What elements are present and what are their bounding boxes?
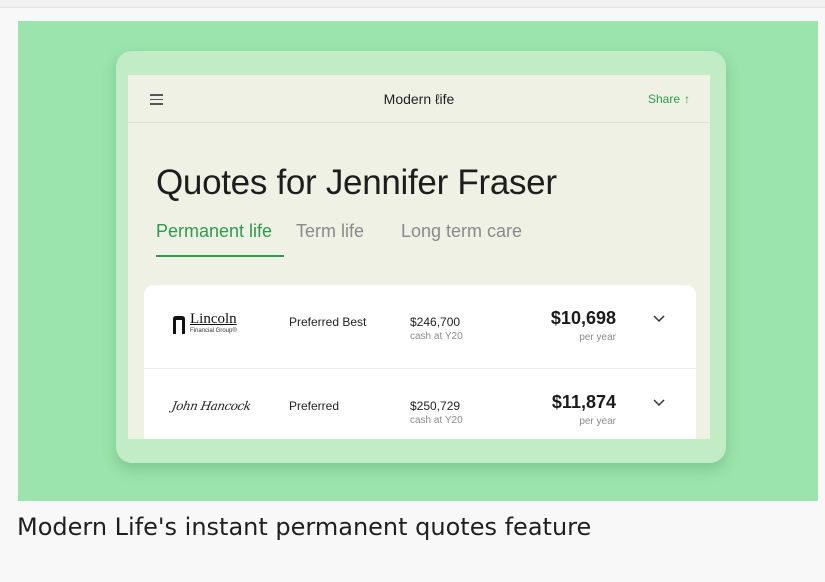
share-button[interactable]: Share ↑ [648, 92, 690, 106]
page-title: Quotes for Jennifer Fraser [156, 163, 557, 202]
premium-label: per year [579, 416, 616, 427]
cash-value-label: cash at Y20 [410, 331, 463, 342]
rating-class: Preferred [289, 399, 340, 413]
image-caption: Modern Life's instant permanent quotes f… [17, 513, 592, 541]
cash-value: $250,729 [410, 399, 461, 413]
carrier-name: John Hancock [170, 399, 252, 413]
tab-permanent-life[interactable]: Permanent life [156, 221, 272, 242]
quote-row[interactable]: John Hancock Preferred $250,729 cash at … [144, 369, 696, 439]
cash-value-label: cash at Y20 [410, 415, 463, 426]
device-frame: Modern ℓife Share ↑ Quotes for Jennifer F… [116, 51, 726, 463]
rating-class: Preferred Best [289, 315, 367, 329]
quotes-list: Lincoln Financial Group® Preferred Best … [144, 285, 696, 439]
cash-value: $246,700 [410, 315, 461, 329]
share-label: Share [647, 92, 680, 106]
carrier-name: Lincoln [190, 311, 237, 327]
brand-logo: Modern ℓife [383, 91, 455, 107]
carrier-subtitle: Financial Group® [190, 328, 237, 334]
top-divider [0, 0, 825, 8]
chevron-down-icon[interactable] [652, 313, 666, 323]
premium-label: per year [579, 332, 616, 343]
app-screen: Modern ℓife Share ↑ Quotes for Jennifer F… [128, 75, 710, 439]
quote-row[interactable]: Lincoln Financial Group® Preferred Best … [144, 285, 696, 369]
lincoln-mark-icon [173, 316, 185, 334]
lincoln-logo: Lincoln Financial Group® [172, 311, 262, 343]
active-tab-indicator [156, 255, 284, 257]
app-header: Modern ℓife Share ↑ [128, 75, 710, 123]
hero-image: Modern ℓife Share ↑ Quotes for Jennifer F… [18, 21, 818, 501]
tab-term-life[interactable]: Term life [296, 221, 364, 242]
annual-premium: $10,698 [550, 308, 616, 328]
share-icon: ↑ [684, 92, 690, 106]
tab-long-term-care[interactable]: Long term care [401, 221, 522, 242]
chevron-down-icon[interactable] [652, 397, 666, 407]
annual-premium: $11,874 [551, 392, 616, 412]
john-hancock-logo: John Hancock [170, 395, 262, 427]
